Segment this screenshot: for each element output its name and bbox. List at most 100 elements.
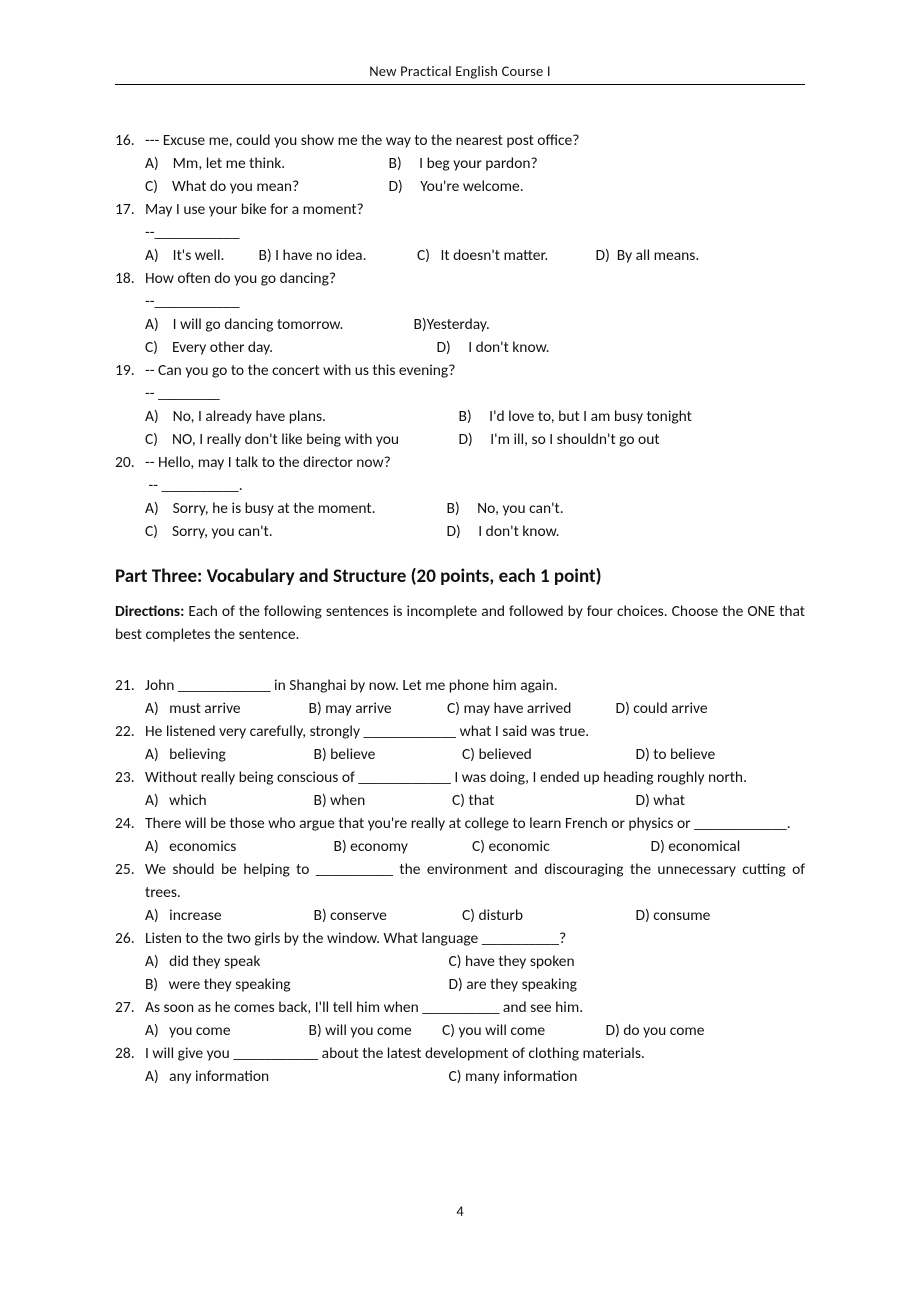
q21-options: A) must arrive B) may arrive C) may have…: [115, 697, 805, 720]
q21-c: C) may have arrived: [447, 697, 612, 720]
q26-num: 26.: [115, 927, 145, 950]
q26-options-row1: A) did they speak C) have they spoken: [115, 950, 805, 973]
q16-options-row1: A) Mm, let me think. B) I beg your pardo…: [115, 152, 805, 175]
q20-c: C) Sorry, you can't.: [145, 520, 443, 543]
q25-options: A) increase B) conserve C) disturb D) co…: [115, 904, 805, 927]
q20-options-row1: A) Sorry, he is busy at the moment. B) N…: [115, 497, 805, 520]
q18-text: How often do you go dancing?: [145, 267, 805, 290]
q19-options-row1: A) No, I already have plans. B) I'd love…: [115, 405, 805, 428]
q16-num: 16.: [115, 129, 145, 152]
q26-options-row2: B) were they speaking D) are they speaki…: [115, 973, 805, 996]
q22-b: B) believe: [314, 743, 459, 766]
q16-d: D) You're welcome.: [389, 177, 524, 196]
q16-text: --- Excuse me, could you show me the way…: [145, 129, 805, 152]
q19-blank: -- ________: [115, 382, 805, 405]
q19-d: D) I'm ill, so I shouldn't go out: [459, 430, 660, 449]
q19-b: B) I'd love to, but I am busy tonight: [459, 407, 692, 426]
q18-d: D) I don't know.: [437, 338, 550, 357]
question-23: 23. Without really being conscious of __…: [115, 766, 805, 789]
q17-text: May I use your bike for a moment?: [145, 198, 805, 221]
question-22: 22. He listened very carefully, strongly…: [115, 720, 805, 743]
q21-num: 21.: [115, 674, 145, 697]
question-17: 17. May I use your bike for a moment?: [115, 198, 805, 221]
q17-a: A) It's well.: [145, 244, 255, 267]
q17-num: 17.: [115, 198, 145, 221]
q28-options: A) any information C) many information: [115, 1065, 805, 1088]
q22-num: 22.: [115, 720, 145, 743]
q27-c: C) you will come: [442, 1019, 602, 1042]
question-27: 27. As soon as he comes back, I'll tell …: [115, 996, 805, 1019]
q21-a: A) must arrive: [145, 697, 305, 720]
q25-num: 25.: [115, 858, 145, 904]
part-three-directions: Directions: Each of the following senten…: [115, 600, 805, 646]
q25-text: We should be helping to __________ the e…: [145, 858, 805, 904]
q23-b: B) when: [314, 789, 449, 812]
q17-options: A) It's well. B) I have no idea. C) It d…: [115, 244, 805, 267]
q23-options: A) which B) when C) that D) what: [115, 789, 805, 812]
q28-c: C) many information: [449, 1067, 578, 1086]
document-page: New Practical English Course I 16. --- E…: [0, 0, 920, 1302]
q16-b: B) I beg your pardon?: [389, 154, 538, 173]
q23-num: 23.: [115, 766, 145, 789]
q16-options-row2: C) What do you mean? D) You're welcome.: [115, 175, 805, 198]
q18-num: 18.: [115, 267, 145, 290]
q19-text: -- Can you go to the concert with us thi…: [145, 359, 805, 382]
q21-b: B) may arrive: [309, 697, 444, 720]
question-28: 28. I will give you ___________ about th…: [115, 1042, 805, 1065]
q28-num: 28.: [115, 1042, 145, 1065]
q17-b: B) I have no idea.: [259, 244, 414, 267]
q22-c: C) believed: [462, 743, 632, 766]
q20-text: -- Hello, may I talk to the director now…: [145, 451, 805, 474]
q27-d: D) do you come: [606, 1021, 705, 1040]
q18-a: A) I will go dancing tomorrow.: [145, 313, 410, 336]
q25-a: A) increase: [145, 904, 310, 927]
q16-c: C) What do you mean?: [145, 175, 385, 198]
question-20: 20. -- Hello, may I talk to the director…: [115, 451, 805, 474]
q18-blank: --___________: [115, 290, 805, 313]
q24-text: There will be those who argue that you'r…: [145, 812, 805, 835]
q20-a: A) Sorry, he is busy at the moment.: [145, 497, 443, 520]
q26-c: C) have they spoken: [449, 952, 575, 971]
part-three-title: Part Three: Vocabulary and Structure (20…: [115, 565, 805, 588]
q17-d: D) By all means.: [596, 246, 700, 265]
q28-text: I will give you ___________ about the la…: [145, 1042, 805, 1065]
q21-d: D) could arrive: [616, 699, 708, 718]
q16-a: A) Mm, let me think.: [145, 152, 385, 175]
q23-d: D) what: [636, 791, 685, 810]
q20-num: 20.: [115, 451, 145, 474]
q20-d: D) I don't know.: [447, 522, 560, 541]
q24-a: A) economics: [145, 835, 330, 858]
question-26: 26. Listen to the two girls by the windo…: [115, 927, 805, 950]
question-18: 18. How often do you go dancing?: [115, 267, 805, 290]
q26-a: A) did they speak: [145, 950, 445, 973]
q18-options-row1: A) I will go dancing tomorrow. B)Yesterd…: [115, 313, 805, 336]
q24-options: A) economics B) economy C) economic D) e…: [115, 835, 805, 858]
q24-d: D) economical: [651, 837, 741, 856]
q27-options: A) you come B) will you come C) you will…: [115, 1019, 805, 1042]
q28-a: A) any information: [145, 1065, 445, 1088]
q19-a: A) No, I already have plans.: [145, 405, 455, 428]
directions-label: Directions:: [115, 602, 184, 621]
header-rule: [115, 84, 805, 85]
q22-options: A) believing B) believe C) believed D) t…: [115, 743, 805, 766]
q21-text: John ____________ in Shanghai by now. Le…: [145, 674, 805, 697]
q18-b: B)Yesterday.: [414, 315, 490, 334]
q26-d: D) are they speaking: [449, 975, 577, 994]
q18-options-row2: C) Every other day. D) I don't know.: [115, 336, 805, 359]
q23-a: A) which: [145, 789, 310, 812]
q20-options-row2: C) Sorry, you can't. D) I don't know.: [115, 520, 805, 543]
page-number: 4: [0, 1202, 920, 1220]
q24-b: B) economy: [334, 835, 469, 858]
q19-options-row2: C) NO, I really don't like being with yo…: [115, 428, 805, 451]
question-24: 24. There will be those who argue that y…: [115, 812, 805, 835]
question-25: 25. We should be helping to __________ t…: [115, 858, 805, 904]
page-header: New Practical English Course I: [115, 62, 805, 80]
question-16: 16. --- Excuse me, could you show me the…: [115, 129, 805, 152]
q25-d: D) consume: [636, 906, 711, 925]
q20-b: B) No, you can't.: [447, 499, 564, 518]
q25-b: B) conserve: [314, 904, 459, 927]
q23-c: C) that: [452, 789, 632, 812]
q26-text: Listen to the two girls by the window. W…: [145, 927, 805, 950]
q22-text: He listened very carefully, strongly ___…: [145, 720, 805, 743]
q17-c: C) It doesn't matter.: [417, 244, 592, 267]
